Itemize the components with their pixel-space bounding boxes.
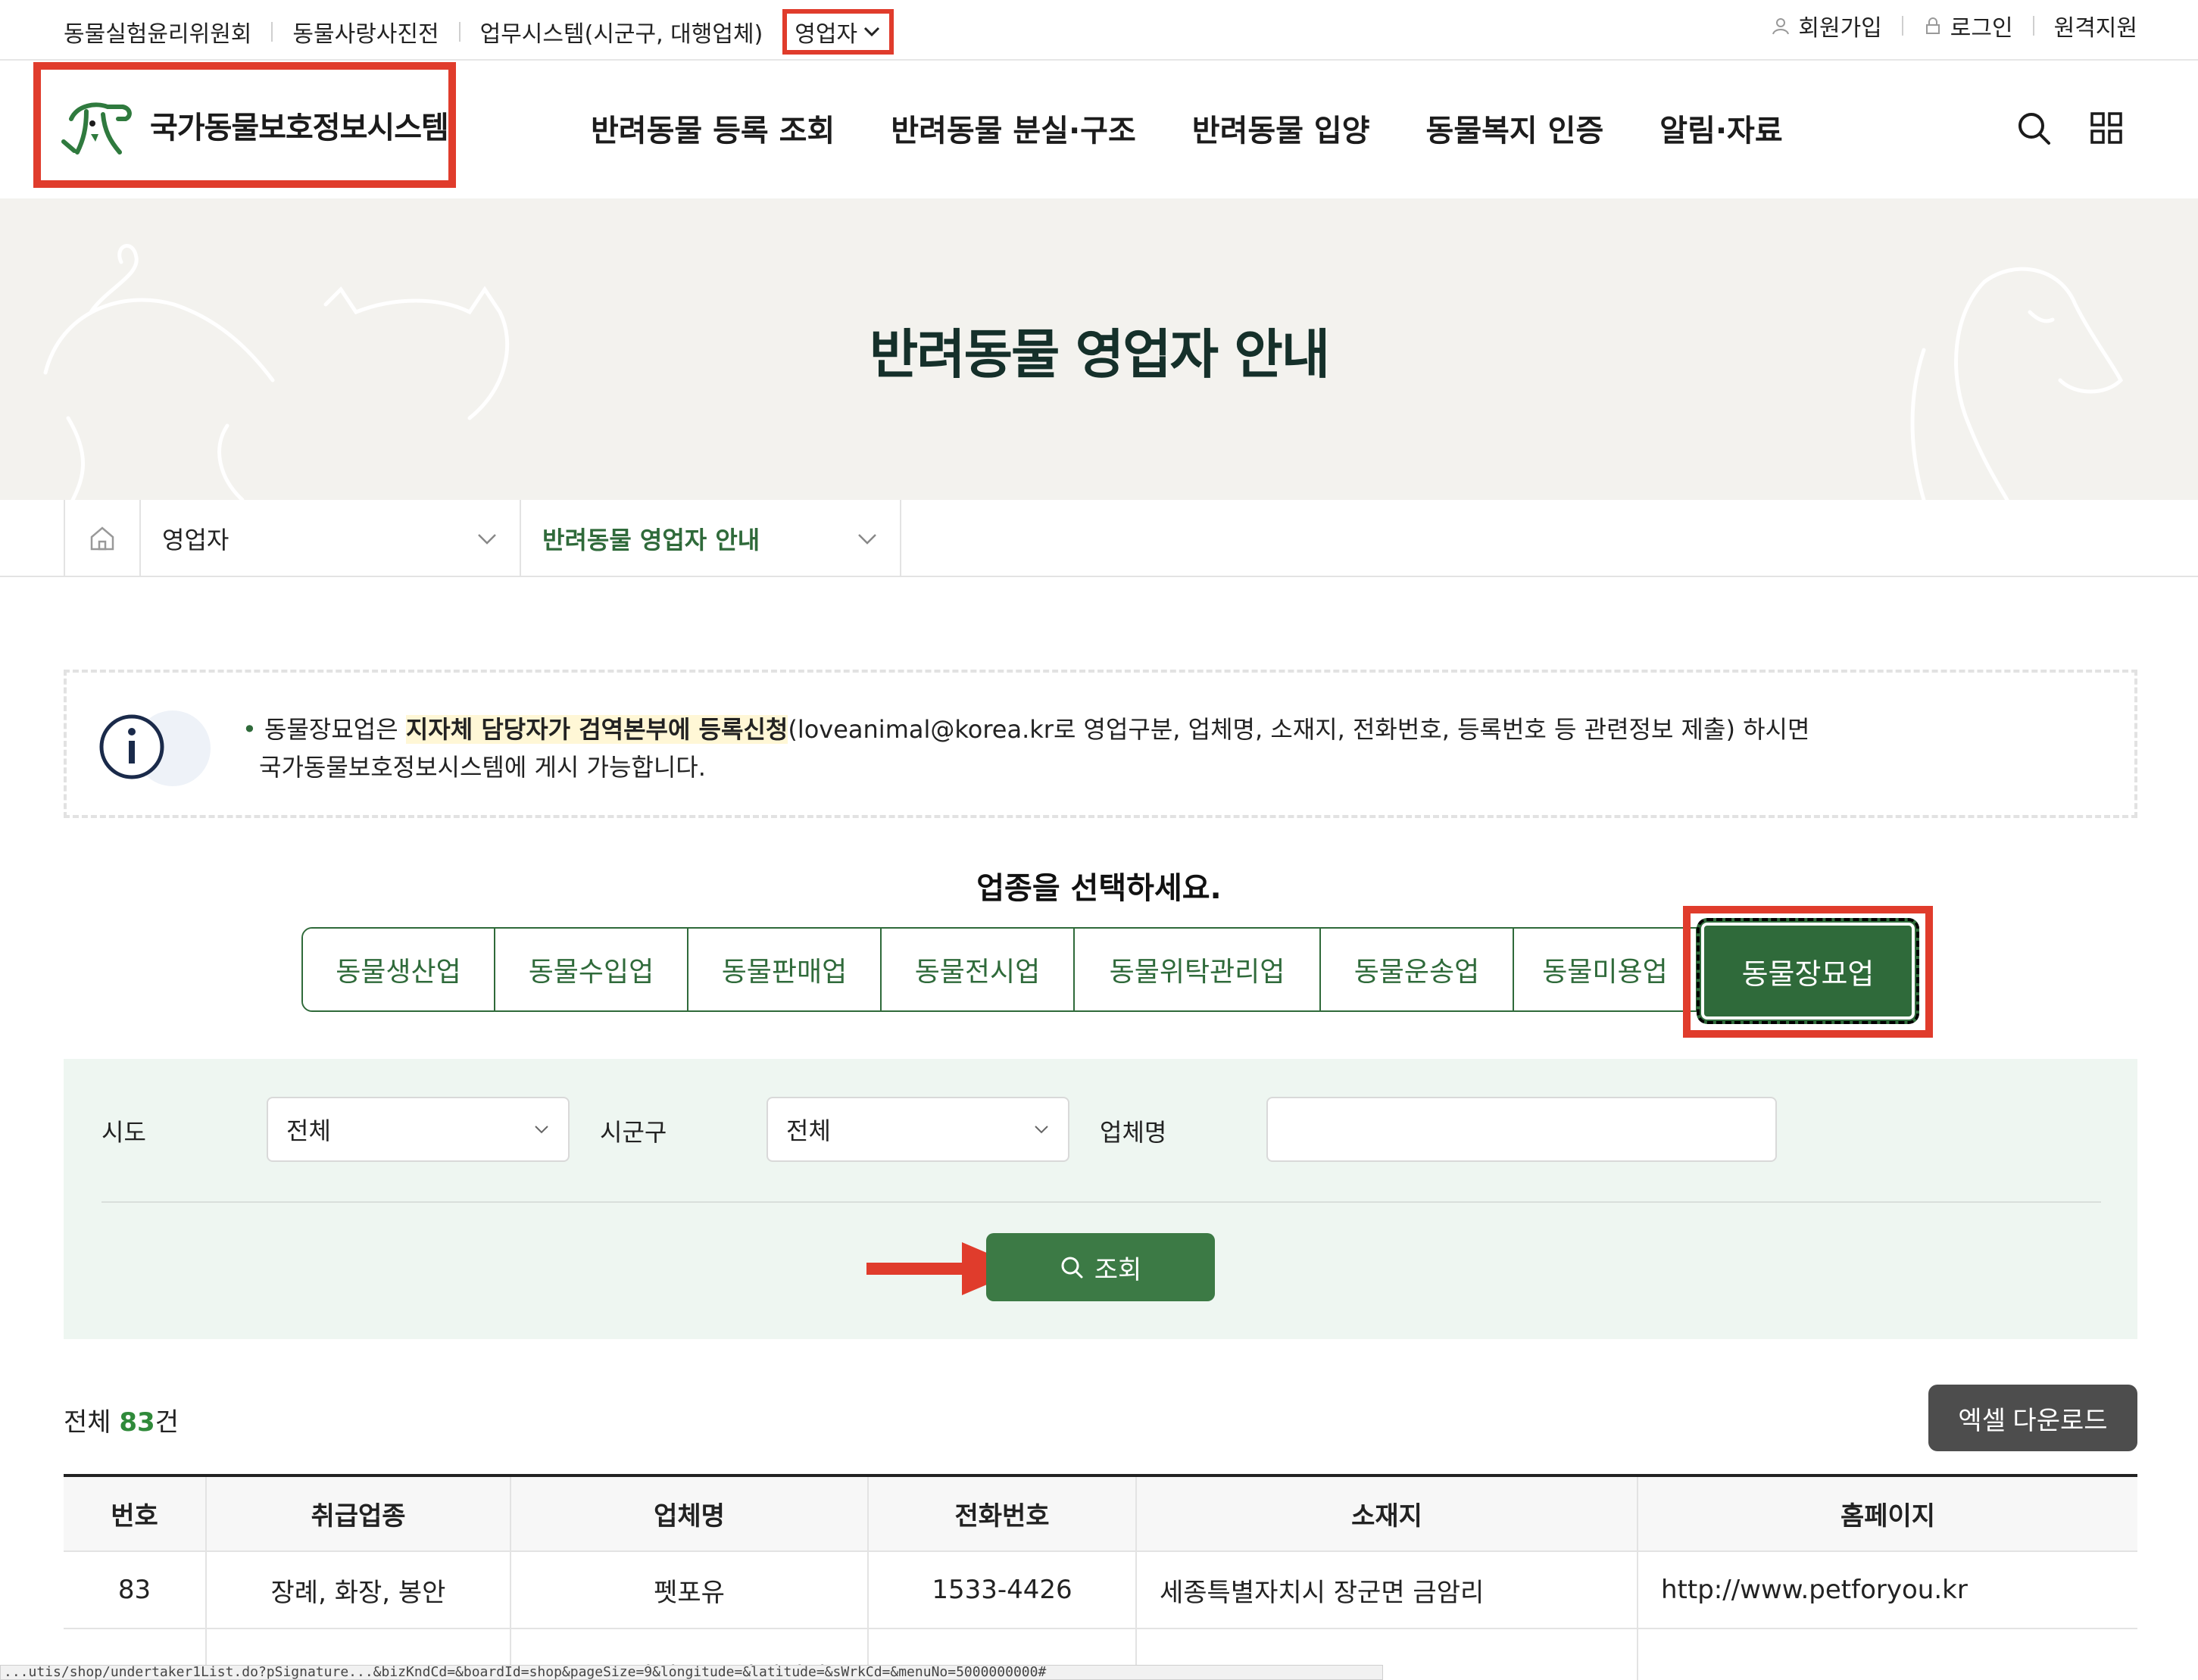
table-header-row: 번호 취급업종 업체명 전화번호 소재지 홈페이지: [64, 1474, 2137, 1552]
chevron-down-icon: [858, 534, 876, 545]
util-link-photo-contest[interactable]: 동물사랑사진전: [292, 15, 439, 48]
chevron-down-icon: [535, 1126, 548, 1134]
col-header-address: 소재지: [1136, 1474, 1638, 1552]
tab-animal-boarding[interactable]: 동물위탁관리업: [1075, 929, 1321, 1010]
result-count-prefix: 전체: [64, 1407, 111, 1438]
result-count-number: 83: [119, 1407, 155, 1438]
table-row: 83 장례, 화장, 봉안 펫포유 1533-4426 세종특별자치시 장군면 …: [64, 1551, 2137, 1629]
info-suffix: (loveanimal@korea.kr로 영업구분, 업체명, 소재지, 전화…: [788, 715, 1810, 744]
divider: [101, 1201, 2101, 1203]
sigungu-select[interactable]: 전체: [766, 1097, 1069, 1162]
col-header-type: 취급업종: [206, 1474, 511, 1552]
logo-text: 국가동물보호정보시스템: [150, 111, 449, 145]
nav-item-adoption[interactable]: 반려동물 입양: [1192, 106, 1370, 150]
sido-label: 시도: [101, 1118, 146, 1147]
cell-address: 세종특별자치시 장군면 금암리: [1136, 1551, 1638, 1629]
cell-homepage-link[interactable]: [1638, 1628, 2137, 1680]
chevron-down-icon: [864, 27, 880, 37]
login-label: 로그인: [1950, 15, 2013, 42]
site-logo[interactable]: 국가동물보호정보시스템: [33, 62, 456, 188]
tab-animal-sales[interactable]: 동물판매업: [688, 929, 882, 1010]
page-title: 반려동물 영업자 안내: [869, 323, 1330, 386]
info-prefix: 동물장묘업은: [264, 715, 406, 744]
browser-status-url: ...utis/shop/undertaker1List.do?pSignatu…: [0, 1665, 1383, 1680]
nav-item-notice[interactable]: 알림·자료: [1659, 106, 1782, 150]
chevron-down-icon: [1035, 1126, 1048, 1134]
tab-animal-transport[interactable]: 동물운송업: [1321, 929, 1514, 1010]
nav-item-welfare-cert[interactable]: 동물복지 인증: [1426, 106, 1604, 150]
col-header-company: 업체명: [510, 1474, 869, 1552]
header-icons: [2016, 111, 2122, 145]
search-icon[interactable]: [2016, 111, 2051, 145]
utility-right: 회원가입 로그인 원격지원: [1771, 9, 2137, 42]
business-table: 번호 취급업종 업체명 전화번호 소재지 홈페이지 83 장례, 화장, 봉안 …: [64, 1474, 2137, 1680]
sido-select[interactable]: 전체: [267, 1097, 570, 1162]
result-count: 전체 83건: [64, 1401, 179, 1438]
cell-type: 장례, 화장, 봉안: [206, 1551, 511, 1629]
util-link-work-system[interactable]: 업무시스템(시군구, 대행업체): [480, 15, 763, 48]
tab-animal-production[interactable]: 동물생산업: [303, 929, 495, 1010]
remote-support-link[interactable]: 원격지원: [2054, 9, 2137, 42]
dog-logo-icon: [61, 102, 132, 155]
tab-animal-import[interactable]: 동물수입업: [495, 929, 688, 1010]
sigungu-label: 시군구: [600, 1118, 667, 1147]
signup-link[interactable]: 회원가입: [1771, 9, 1882, 42]
col-header-homepage: 홈페이지: [1638, 1474, 2137, 1552]
company-name-input[interactable]: [1266, 1097, 1777, 1162]
breadcrumb-level2[interactable]: 반려동물 영업자 안내: [521, 500, 901, 577]
sitemap-grid-icon[interactable]: [2090, 112, 2122, 144]
col-header-number: 번호: [64, 1474, 207, 1552]
search-button-label: 조회: [1094, 1255, 1142, 1285]
tab-animal-exhibition[interactable]: 동물전시업: [882, 929, 1075, 1010]
nav-item-lost-rescue[interactable]: 반려동물 분실·구조: [891, 106, 1136, 150]
tab-animal-funeral[interactable]: 동물장묘업: [1697, 918, 1919, 1024]
divider: [1901, 16, 1903, 36]
info-icon: [99, 710, 211, 786]
utility-links: 동물실험윤리위원회 동물사랑사진전 업무시스템(시군구, 대행업체) 영업자: [64, 9, 894, 55]
cell-company: 펫포유: [510, 1551, 869, 1629]
signup-label: 회원가입: [1798, 15, 1882, 42]
chevron-down-icon: [478, 534, 496, 545]
cell-homepage-link[interactable]: http://www.petforyou.kr: [1638, 1551, 2137, 1629]
login-link[interactable]: 로그인: [1923, 9, 2013, 42]
divider: [458, 22, 461, 42]
util-menu-business[interactable]: 영업자: [782, 9, 894, 55]
search-button[interactable]: 조회: [986, 1233, 1215, 1301]
category-tabs: 동물생산업 동물수입업 동물판매업 동물전시업 동물위탁관리업 동물운송업 동물…: [301, 927, 1697, 1012]
breadcrumb-level1[interactable]: 영업자: [141, 500, 521, 577]
breadcrumb-level1-label: 영업자: [162, 526, 229, 554]
company-label: 업체명: [1100, 1118, 1167, 1147]
col-header-phone: 전화번호: [868, 1474, 1137, 1552]
main-nav: 반려동물 등록 조회 반려동물 분실·구조 반려동물 입양 동물복지 인증 알림…: [591, 106, 1783, 150]
search-icon: [1061, 1257, 1083, 1279]
divider: [271, 22, 273, 42]
home-icon: [90, 526, 114, 551]
category-title: 업종을 선택하세요.: [976, 871, 1222, 906]
cell-phone: 1533-4426: [868, 1551, 1137, 1629]
info-highlight: 지자체 담당자가 검역본부에 등록신청: [405, 715, 788, 744]
lock-icon: [1925, 17, 1940, 34]
info-notice-text: • 동물장묘업은 지자체 담당자가 검역본부에 등록신청(loveanimal@…: [242, 710, 1809, 786]
tab-animal-grooming[interactable]: 동물미용업: [1514, 929, 1696, 1010]
sigungu-select-value: 전체: [786, 1116, 831, 1145]
breadcrumb-level2-label: 반려동물 영업자 안내: [542, 526, 760, 554]
excel-download-button[interactable]: 엑셀 다운로드: [1928, 1385, 2137, 1451]
nav-item-registration[interactable]: 반려동물 등록 조회: [591, 106, 835, 150]
sido-select-value: 전체: [286, 1116, 331, 1145]
bullet: •: [242, 715, 257, 744]
result-count-suffix: 건: [155, 1407, 179, 1438]
util-menu-business-label: 영업자: [795, 21, 858, 48]
info-line2: 국가동물보호정보시스템에 게시 가능합니다.: [259, 753, 706, 782]
user-icon: [1772, 18, 1790, 35]
util-link-ethics[interactable]: 동물실험윤리위원회: [64, 15, 251, 48]
cell-number: 83: [64, 1551, 207, 1629]
divider: [2032, 16, 2034, 36]
breadcrumb-home[interactable]: [64, 500, 141, 577]
